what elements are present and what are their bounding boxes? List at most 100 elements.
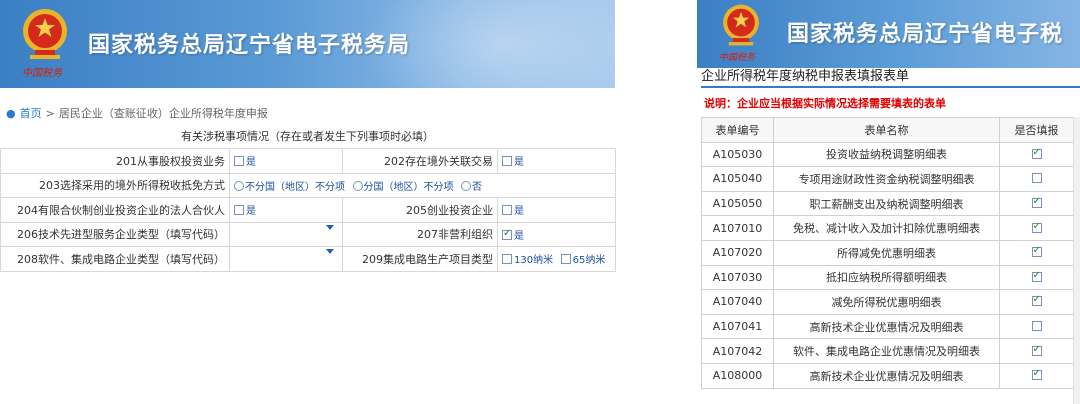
form-code: A105040 [701, 166, 774, 192]
checkbox-checked-icon[interactable] [1031, 294, 1042, 307]
site-title: 国家税务总局辽宁省电子税务局 [88, 33, 411, 58]
checkbox-icon[interactable] [1031, 173, 1042, 184]
form-name: 抵扣应纳税所得额明细表 [773, 264, 1000, 291]
table-row: 201从事股权投资业务 是 202存在境外关联交易 是 [0, 148, 616, 174]
form-code: A107030 [701, 264, 774, 291]
checkbox-checked-icon[interactable] [1031, 147, 1042, 159]
form-name: 减免所得税优惠明细表 [773, 289, 1000, 315]
fill-checkbox-cell[interactable] [999, 239, 1074, 266]
checkbox-icon[interactable] [1031, 321, 1042, 332]
checkbox-checked-icon[interactable] [1031, 196, 1042, 209]
section-title: 有关涉税事项情况（存在或者发生下列事项时必填） [181, 130, 434, 143]
field-label-206: 206技术先进型服务企业类型（填写代码） [0, 221, 230, 247]
table-row: A105050 职工薪酬支出及纳税调整明细表 [701, 190, 1074, 217]
checkbox-205[interactable]: 是 [497, 197, 616, 223]
checkbox-204[interactable]: 是 [229, 197, 343, 223]
fill-checkbox-cell[interactable] [999, 215, 1074, 241]
table-row: 203选择采用的境外所得税收抵免方式 不分国（地区）不分项 分国（地区）不分项 … [0, 172, 616, 198]
field-label-208: 208软件、集成电路企业类型（填写代码） [0, 246, 230, 272]
breadcrumb-home-link[interactable]: 首页 [20, 105, 42, 121]
form-code: A107042 [701, 338, 774, 364]
checkbox-icon[interactable] [502, 254, 512, 265]
form-name: 职工薪酬支出及纳税调整明细表 [773, 190, 1000, 217]
form-code: A105050 [701, 190, 774, 217]
dropdown-arrow-icon[interactable] [326, 249, 334, 254]
checkbox-207[interactable]: 是 [497, 221, 616, 247]
table-header-row: 表单编号 表单名称 是否填报 [701, 117, 1074, 143]
tax-matters-table: 201从事股权投资业务 是 202存在境外关联交易 是 203选择采用的境外所得… [0, 148, 616, 272]
fill-checkbox-cell[interactable] [999, 264, 1074, 291]
national-emblem-icon [723, 4, 759, 46]
form-select-table: 表单编号 表单名称 是否填报 A105030投资收益纳税调整明细表A105040… [701, 117, 1074, 389]
radio-icon[interactable] [352, 180, 363, 191]
fill-checkbox-cell[interactable] [999, 141, 1074, 168]
form-code: A107041 [701, 313, 774, 340]
table-row: A107042 软件、集成电路企业优惠情况及明细表 [701, 338, 1074, 364]
checkbox-icon[interactable] [502, 205, 512, 216]
select-206[interactable] [229, 221, 343, 247]
breadcrumb-current: 居民企业（查账征收）企业所得税年度申报 [58, 107, 268, 120]
checkbox-icon[interactable] [234, 205, 244, 216]
col-header-fill: 是否填报 [999, 117, 1074, 143]
checkbox-checked-icon[interactable] [1031, 270, 1042, 282]
form-code: A107020 [701, 239, 774, 266]
instruction-note: 说明：企业应当根据实际情况选择需要填表的表单 [704, 97, 946, 110]
field-label-203: 203选择采用的境外所得税收抵免方式 [0, 172, 230, 198]
table-row: A107010 免税、减计收入及加计扣除优惠明细表 [701, 215, 1074, 241]
form-name: 高新技术企业优惠情况及明细表 [773, 313, 1000, 340]
checkbox-checked-icon[interactable] [502, 228, 512, 240]
form-code: A105030 [701, 141, 774, 168]
calligraphy-logo: 中国税务 [22, 68, 62, 79]
checkbox-checked-icon[interactable] [1031, 245, 1042, 258]
fill-checkbox-cell[interactable] [999, 362, 1074, 389]
field-label-201: 201从事股权投资业务 [0, 148, 230, 174]
checkbox-checked-icon[interactable] [1031, 344, 1042, 356]
select-208[interactable] [229, 246, 343, 272]
col-header-name: 表单名称 [773, 117, 1000, 143]
form-name: 免税、减计收入及加计扣除优惠明细表 [773, 215, 1000, 241]
radio-icon[interactable] [234, 180, 244, 191]
checkbox-checked-icon[interactable] [1031, 221, 1042, 233]
table-row: A105030 投资收益纳税调整明细表 [701, 141, 1074, 168]
site-banner-right: 中国税务 国家税务总局辽宁省电子税 [697, 0, 1080, 68]
site-title-right: 国家税务总局辽宁省电子税 [787, 22, 1064, 47]
fill-checkbox-cell[interactable] [999, 289, 1074, 315]
form-name: 所得减免优惠明细表 [773, 239, 1000, 266]
calligraphy-logo: 中国税务 [719, 53, 756, 63]
col-header-code: 表单编号 [701, 117, 774, 143]
scrollbar[interactable] [1073, 117, 1080, 404]
table-row: A107040 减免所得税优惠明细表 [701, 289, 1074, 315]
checkbox-icon[interactable] [234, 156, 244, 167]
right-panel: 中国税务 国家税务总局辽宁省电子税 企业所得税年度纳税申报表填报表单 说明：企业… [697, 0, 1080, 404]
form-name: 专项用途财政性资金纳税调整明细表 [773, 166, 1000, 192]
fill-checkbox-cell[interactable] [999, 338, 1074, 364]
field-label-202: 202存在境外关联交易 [342, 148, 498, 174]
checkbox-201[interactable]: 是 [229, 148, 343, 174]
checkbox-group-209[interactable]: 130纳米 65纳米 [497, 246, 616, 272]
form-code: A107010 [701, 215, 774, 241]
breadcrumb: ● 首页 > 居民企业（查账征收）企业所得税年度申报 [6, 105, 268, 121]
field-label-207: 207非营利组织 [342, 221, 498, 247]
checkbox-checked-icon[interactable] [1031, 368, 1042, 381]
fill-checkbox-cell[interactable] [999, 313, 1074, 340]
checkbox-icon[interactable] [502, 156, 512, 167]
checkbox-202[interactable]: 是 [497, 148, 616, 174]
field-label-205: 205创业投资企业 [342, 197, 498, 223]
left-panel: 中国税务 国家税务总局辽宁省电子税务局 ● 首页 > 居民企业（查账征收）企业所… [0, 0, 616, 404]
fill-checkbox-cell[interactable] [999, 166, 1074, 192]
breadcrumb-separator: > [45, 106, 55, 120]
field-label-209: 209集成电路生产项目类型 [342, 246, 498, 272]
site-banner: 中国税务 国家税务总局辽宁省电子税务局 [0, 0, 615, 88]
radio-group-203[interactable]: 不分国（地区）不分项 分国（地区）不分项 否 [229, 172, 616, 198]
radio-icon[interactable] [461, 180, 471, 191]
table-row: 206技术先进型服务企业类型（填写代码） 207非营利组织 是 [0, 221, 616, 247]
national-emblem-icon [23, 9, 67, 59]
dropdown-arrow-icon[interactable] [326, 224, 334, 230]
table-row: 204有限合伙制创业投资企业的法人合伙人 是 205创业投资企业 是 [0, 197, 616, 223]
form-name: 软件、集成电路企业优惠情况及明细表 [773, 338, 1000, 364]
form-name: 高新技术企业优惠情况及明细表 [773, 362, 1000, 389]
fill-checkbox-cell[interactable] [999, 190, 1074, 217]
table-row: 208软件、集成电路企业类型（填写代码） 209集成电路生产项目类型 130纳米… [0, 246, 616, 272]
checkbox-icon[interactable] [560, 254, 571, 265]
form-name: 投资收益纳税调整明细表 [773, 141, 1000, 168]
